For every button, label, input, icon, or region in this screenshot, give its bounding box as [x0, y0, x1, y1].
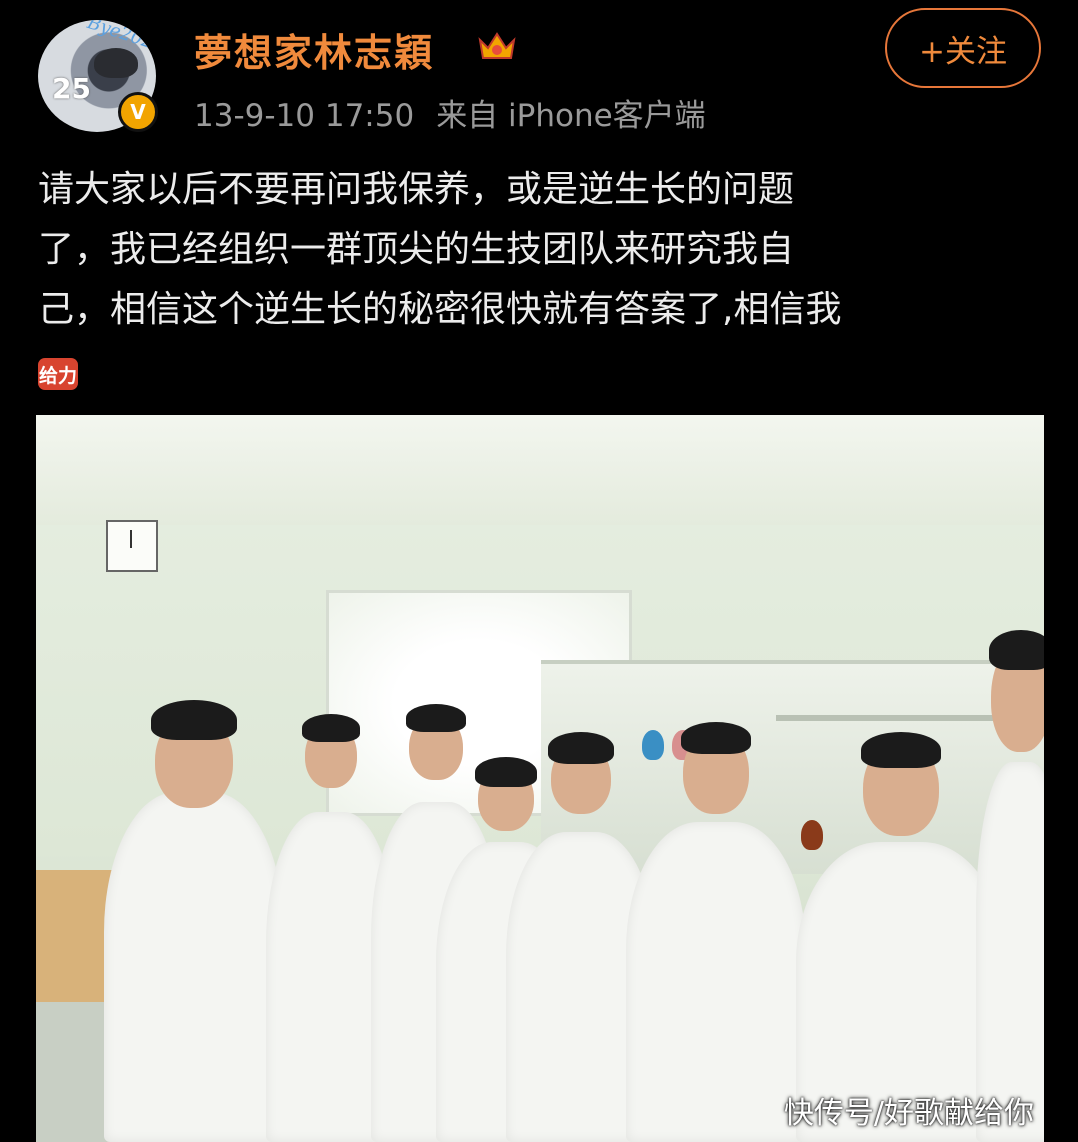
geili-emoticon-icon: 给力 [38, 358, 78, 390]
post-photo[interactable]: 快传号/好歌献给你 [36, 415, 1044, 1142]
verified-badge-label: V [130, 100, 146, 124]
follow-button-label: +关注 [919, 33, 1007, 70]
person [104, 672, 284, 1142]
person [796, 732, 1006, 1142]
post-line: 了，我已经组织一群顶尖的生技团队来研究我自 [38, 229, 795, 270]
post-line: 己，相信这个逆生长的秘密很快就有答案了,相信我 [38, 289, 842, 330]
username[interactable]: 夢想家林志穎 [194, 22, 434, 77]
emote-label: 给力 [38, 364, 77, 387]
timestamp: 13-9-10 17:50 [194, 98, 415, 134]
crown-icon [478, 32, 516, 59]
source: 来自 iPhone客户端 [436, 98, 706, 134]
wall-clock-icon [106, 520, 158, 572]
post-meta: 13-9-10 17:50 来自 iPhone客户端 [194, 90, 706, 135]
verified-icon: V [118, 92, 158, 132]
person [976, 602, 1044, 1142]
watermark: 快传号/好歌献给你 [783, 1096, 1034, 1131]
person [626, 722, 806, 1142]
post-line: 请大家以后不要再问我保养，或是逆生长的问题 [38, 169, 795, 210]
avatar-hair [94, 48, 138, 78]
post-text: 请大家以后不要再问我保养，或是逆生长的问题 了，我已经组织一群顶尖的生技团队来研… [38, 160, 1048, 340]
lab-ceiling [36, 415, 1044, 525]
follow-button[interactable]: +关注 [885, 8, 1041, 88]
avatar-number: 25 [52, 72, 91, 105]
